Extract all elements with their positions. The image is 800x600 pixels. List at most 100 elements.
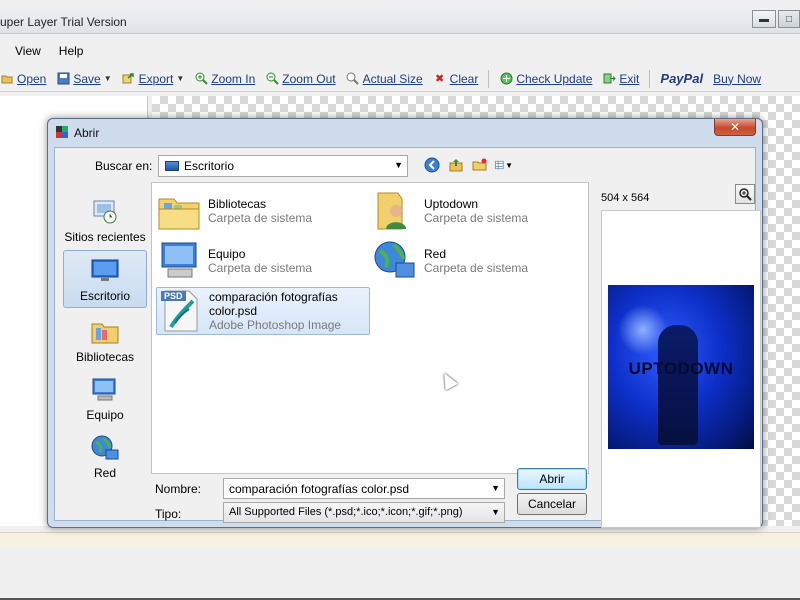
cancel-button[interactable]: Cancelar <box>517 493 587 515</box>
exit-button[interactable]: Exit <box>602 72 639 86</box>
maximize-button[interactable]: □ <box>778 10 800 28</box>
recent-places-icon <box>93 200 117 224</box>
place-label: Sitios recientes <box>64 230 146 244</box>
zoom-in-label: Zoom In <box>211 71 256 86</box>
look-in-label: Buscar en: <box>95 159 153 173</box>
list-item[interactable]: Bibliotecas Carpeta de sistema <box>156 187 370 235</box>
buy-now-label: Buy Now <box>713 71 762 86</box>
save-icon <box>56 72 70 86</box>
dialog-body: Buscar en: Escritorio ▼ ▼ Sitios recient… <box>54 147 761 528</box>
look-in-value: Escritorio <box>184 159 235 173</box>
place-desktop[interactable]: Escritorio <box>63 250 147 308</box>
up-folder-button[interactable] <box>447 156 465 174</box>
export-icon <box>122 72 136 86</box>
status-bar <box>0 532 800 548</box>
place-label: Equipo <box>86 408 124 422</box>
libraries-icon <box>91 323 119 344</box>
place-label: Escritorio <box>79 289 130 303</box>
dialog-title: Abrir <box>74 126 100 140</box>
open-button[interactable]: Open <box>0 72 46 86</box>
list-item[interactable]: Uptodown Carpeta de sistema <box>372 187 586 235</box>
new-folder-icon <box>472 158 487 171</box>
clear-button[interactable]: ✖ Clear <box>433 72 478 86</box>
look-in-select[interactable]: Escritorio ▼ <box>158 155 408 177</box>
list-item[interactable]: Red Carpeta de sistema <box>372 237 586 285</box>
save-label: Save <box>73 71 101 86</box>
open-icon <box>0 72 14 86</box>
save-button[interactable]: Save ▼ <box>56 71 112 86</box>
file-list[interactable]: Bibliotecas Carpeta de sistema Uptodown … <box>151 182 589 474</box>
file-name: Red <box>424 247 447 261</box>
back-arrow-icon <box>424 157 440 173</box>
app-icon <box>56 126 68 138</box>
export-button[interactable]: Export ▼ <box>122 72 184 86</box>
file-name: Bibliotecas <box>208 197 267 211</box>
menu-help[interactable]: Help <box>59 44 84 58</box>
place-network[interactable]: Red <box>63 426 147 484</box>
desktop-icon <box>165 161 179 171</box>
filetype-select[interactable]: All Supported Files (*.psd;*.ico;*.icon;… <box>223 502 505 523</box>
file-type: Carpeta de sistema <box>208 211 313 225</box>
preview-size: 504 x 564 <box>601 192 650 204</box>
place-computer[interactable]: Equipo <box>63 368 147 426</box>
check-update-label: Check Update <box>516 71 593 86</box>
place-libraries[interactable]: Bibliotecas <box>63 310 147 368</box>
preview-watermark: UPTODOWN <box>628 359 734 378</box>
open-dialog: Abrir ✕ Buscar en: Escritorio ▼ ▼ Sitios… <box>47 118 763 528</box>
file-name: Uptodown <box>424 197 479 211</box>
actual-size-icon <box>346 72 360 86</box>
app-title: uper Layer Trial Version <box>0 15 127 29</box>
chevron-down-icon[interactable]: ▼ <box>491 483 500 493</box>
computer-icon <box>161 242 197 278</box>
new-folder-button[interactable] <box>471 156 489 174</box>
list-item[interactable]: Equipo Carpeta de sistema <box>156 237 370 285</box>
chevron-down-icon: ▼ <box>505 160 513 170</box>
chevron-down-icon[interactable]: ▼ <box>104 74 112 83</box>
filename-label: Nombre: <box>155 482 202 496</box>
place-recent[interactable]: Sitios recientes <box>63 190 147 248</box>
network-icon <box>374 241 415 278</box>
zoom-out-label: Zoom Out <box>282 71 336 86</box>
exit-icon <box>602 72 616 86</box>
filetype-value: All Supported Files (*.psd;*.ico;*.icon;… <box>229 506 463 518</box>
close-icon: ✕ <box>729 120 741 134</box>
list-item-selected[interactable]: PSD comparación fotografías color.psd Ad… <box>156 287 370 335</box>
preview-image: UPTODOWN <box>608 285 754 449</box>
open-button[interactable]: Abrir <box>517 468 587 490</box>
actual-size-label: Actual Size <box>362 71 423 86</box>
view-menu-button[interactable]: ▼ <box>495 156 513 174</box>
psd-badge: PSD <box>161 291 186 301</box>
zoom-in-button[interactable]: Zoom In <box>194 72 255 86</box>
menu-bar: View Help <box>0 40 800 62</box>
up-folder-icon <box>449 159 463 172</box>
back-button[interactable] <box>423 156 441 174</box>
toolbar-divider <box>649 69 651 88</box>
minimize-icon: ▬ <box>759 13 769 25</box>
file-type: Adobe Photoshop Image <box>209 318 342 332</box>
paypal-button[interactable]: PayPal <box>660 71 703 86</box>
buy-now-button[interactable]: Buy Now <box>713 72 761 86</box>
performer-silhouette <box>658 325 698 445</box>
minimize-button[interactable]: ▬ <box>752 10 776 28</box>
check-update-button[interactable]: Check Update <box>499 72 592 86</box>
dialog-close-button[interactable]: ✕ <box>714 119 756 136</box>
file-type: Carpeta de sistema <box>424 211 529 225</box>
maximize-icon: □ <box>785 13 793 25</box>
file-name: Equipo <box>208 247 246 261</box>
check-update-icon <box>499 72 513 86</box>
toolbar: Open Save ▼ Export ▼ Zoom In Zoom Out Ac… <box>0 66 800 92</box>
chevron-down-icon[interactable]: ▼ <box>176 74 184 83</box>
filename-input[interactable]: comparación fotografías color.psd ▼ <box>223 478 505 499</box>
actual-size-button[interactable]: Actual Size <box>346 72 423 86</box>
view-icon <box>495 160 504 170</box>
navigation-toolbar: ▼ <box>423 156 513 174</box>
places-bar: Sitios recientes Escritorio Bibliotecas … <box>61 182 149 480</box>
filetype-label: Tipo: <box>155 507 182 521</box>
preview-zoom-button[interactable] <box>735 184 755 204</box>
zoom-out-button[interactable]: Zoom Out <box>265 71 336 86</box>
file-name-line2: color.psd <box>209 304 258 318</box>
zoom-in-icon <box>194 72 208 86</box>
menu-view[interactable]: View <box>15 44 41 58</box>
computer-icon <box>92 378 116 401</box>
file-type: Carpeta de sistema <box>208 261 313 275</box>
